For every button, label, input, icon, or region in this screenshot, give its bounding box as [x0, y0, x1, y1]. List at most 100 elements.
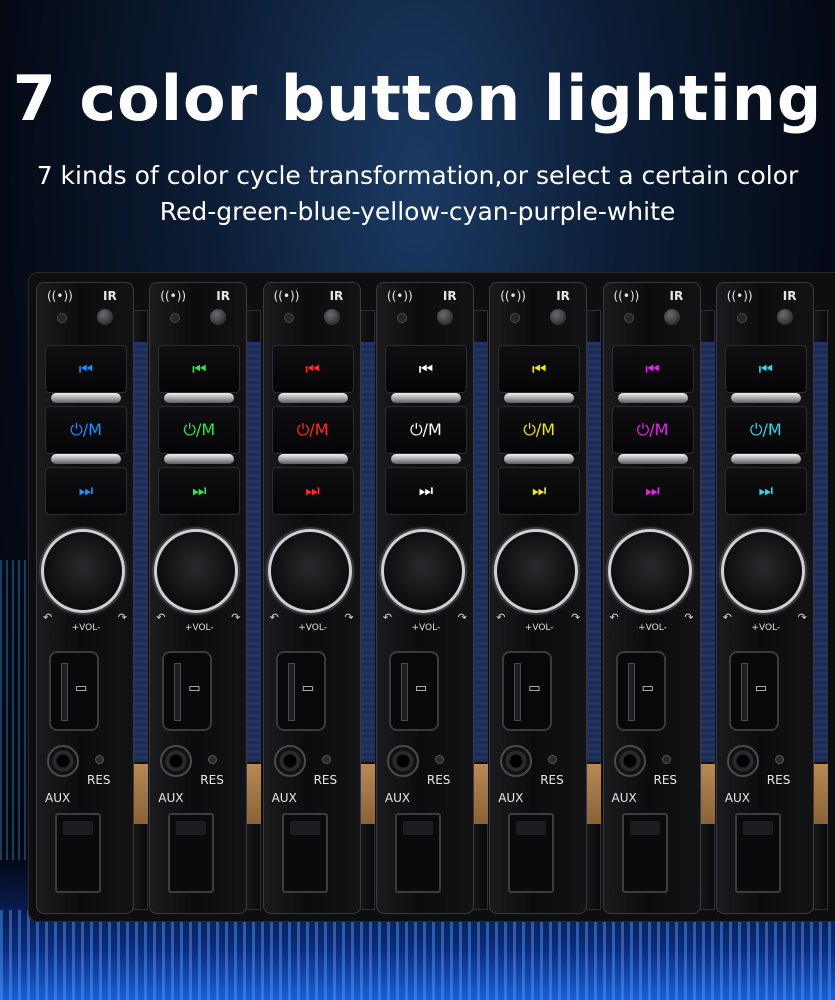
sd-card-slot[interactable]: ▭ [275, 651, 326, 731]
usb-port[interactable] [734, 813, 781, 893]
reset-button[interactable] [434, 755, 444, 764]
prev-track-button[interactable]: ⏮ [45, 345, 127, 393]
side-wood-trim [472, 764, 488, 824]
prev-track-button[interactable]: ⏮ [271, 345, 354, 393]
power-mode-button[interactable]: ⏻/M [45, 406, 127, 454]
next-track-button[interactable]: ⏭ [498, 467, 581, 515]
aux-jack[interactable] [273, 745, 306, 777]
aux-jack[interactable] [160, 745, 193, 777]
sd-card-icon: ▭ [641, 681, 654, 696]
volume-label: +VOL- [524, 623, 554, 633]
reset-button[interactable] [321, 755, 331, 764]
prev-track-button[interactable]: ⏮ [158, 345, 241, 393]
next-track-icon: ⏭ [78, 481, 94, 500]
power-mode-button[interactable]: ⏻/M [724, 406, 807, 454]
prev-track-button[interactable]: ⏮ [384, 345, 467, 393]
button-divider [51, 393, 121, 403]
volume-knob[interactable] [720, 529, 805, 613]
prev-track-button[interactable]: ⏮ [498, 345, 581, 393]
reset-button[interactable] [95, 755, 104, 764]
usb-port[interactable] [55, 813, 101, 893]
power-mode-icon: ⏻/M [70, 420, 102, 439]
signal-icon: ((•)) [386, 289, 413, 303]
button-divider [504, 393, 575, 403]
volume-knob[interactable] [380, 529, 465, 613]
prev-track-button[interactable]: ⏮ [724, 345, 807, 393]
led-indicator [510, 313, 521, 323]
next-track-button[interactable]: ⏭ [45, 467, 127, 515]
next-track-icon: ⏭ [192, 481, 207, 500]
signal-icon: ((•)) [160, 289, 187, 303]
signal-icon: ((•)) [613, 289, 640, 303]
next-track-button[interactable]: ⏭ [384, 467, 467, 515]
reset-button[interactable] [661, 755, 671, 764]
button-divider [390, 393, 461, 403]
power-mode-button[interactable]: ⏻/M [271, 406, 354, 454]
led-indicator [57, 313, 67, 323]
power-mode-button[interactable]: ⏻/M [158, 406, 241, 454]
aux-jack[interactable] [47, 745, 79, 777]
volume-knob[interactable] [267, 529, 352, 613]
aux-jack[interactable] [726, 745, 759, 777]
faceplate: ((•)) IR ⏮ ⏻/M ⏭ ↶ ↷ +VOL- ▭ RES AUX [36, 282, 134, 914]
ir-label: IR [103, 289, 117, 303]
aux-label: AUX [611, 791, 637, 805]
button-divider [730, 454, 801, 464]
radio-unit-purple: ((•)) IR ⏮ ⏻/M ⏭ ↶ ↷ +VOL- ▭ RES AUX [602, 282, 715, 927]
reset-button[interactable] [208, 755, 218, 764]
sd-card-icon: ▭ [754, 681, 768, 696]
power-mode-button[interactable]: ⏻/M [611, 406, 694, 454]
led-indicator [170, 313, 181, 323]
aux-label: AUX [384, 791, 411, 805]
next-track-button[interactable]: ⏭ [271, 467, 354, 515]
signal-icon: ((•)) [726, 289, 753, 303]
button-divider [164, 393, 235, 403]
sd-card-slot[interactable]: ▭ [615, 651, 666, 731]
reset-label: RES [540, 773, 564, 787]
next-track-icon: ⏭ [758, 481, 773, 500]
sd-card-slot[interactable]: ▭ [162, 651, 213, 731]
usb-port[interactable] [394, 813, 441, 893]
signal-icon: ((•)) [47, 289, 73, 303]
sd-card-icon: ▭ [414, 681, 428, 696]
aux-jack[interactable] [500, 745, 533, 777]
aux-jack[interactable] [613, 745, 646, 777]
button-divider [277, 454, 348, 464]
sd-card-slot[interactable]: ▭ [502, 651, 553, 731]
sd-card-slot[interactable]: ▭ [49, 651, 99, 731]
aux-jack[interactable] [386, 745, 419, 777]
side-fabric [359, 342, 375, 762]
sd-card-slot[interactable]: ▭ [728, 651, 779, 731]
next-track-button[interactable]: ⏭ [611, 467, 694, 515]
next-track-icon: ⏭ [531, 481, 547, 500]
aux-label: AUX [158, 791, 184, 805]
volume-knob[interactable] [494, 529, 579, 613]
reset-button[interactable] [774, 755, 784, 764]
power-mode-button[interactable]: ⏻/M [498, 406, 581, 454]
prev-track-icon: ⏮ [305, 359, 320, 378]
power-mode-button[interactable]: ⏻/M [384, 406, 467, 454]
prev-track-icon: ⏮ [645, 359, 660, 378]
next-track-button[interactable]: ⏭ [724, 467, 807, 515]
next-track-button[interactable]: ⏭ [158, 467, 241, 515]
ir-sensor [210, 309, 227, 325]
page-subtitle: 7 kinds of color cycle transformation,or… [0, 158, 835, 230]
reset-button[interactable] [548, 755, 558, 764]
usb-port[interactable] [168, 813, 215, 893]
volume-knob[interactable] [154, 529, 239, 613]
volume-label: +VOL- [184, 623, 214, 633]
volume-knob[interactable] [41, 529, 125, 613]
side-fabric [133, 342, 148, 762]
prev-track-button[interactable]: ⏮ [611, 345, 694, 393]
button-divider [504, 454, 575, 464]
subtitle-line-2: Red-green-blue-yellow-cyan-purple-white [159, 197, 676, 226]
usb-port[interactable] [281, 813, 328, 893]
usb-port[interactable] [621, 813, 668, 893]
reset-label: RES [200, 773, 224, 787]
side-fabric [246, 342, 262, 762]
side-fabric [812, 342, 828, 762]
sd-card-slot[interactable]: ▭ [388, 651, 439, 731]
ir-label: IR [329, 289, 344, 303]
volume-knob[interactable] [607, 529, 692, 613]
usb-port[interactable] [508, 813, 555, 893]
